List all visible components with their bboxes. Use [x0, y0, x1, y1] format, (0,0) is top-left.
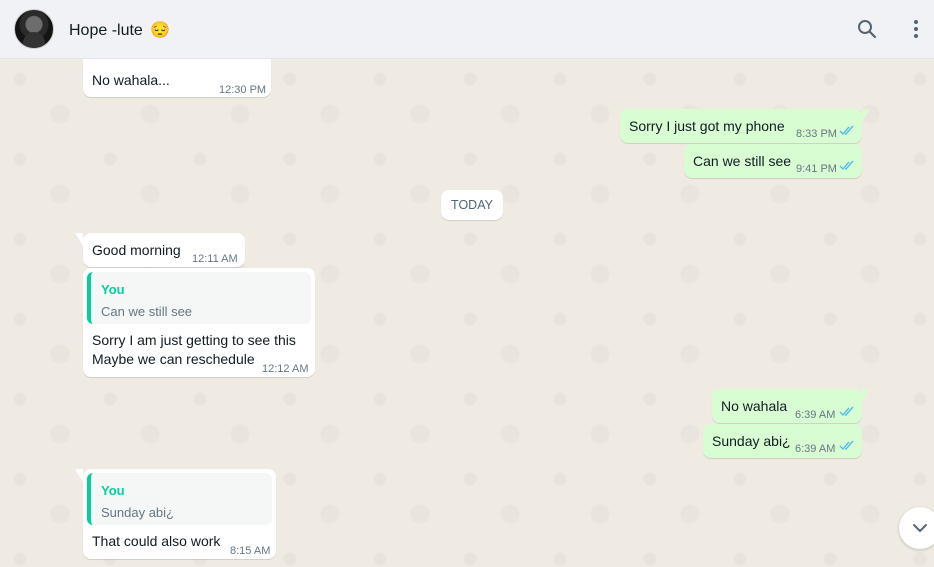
contact-name[interactable]: Hope -lute 😔 — [69, 20, 170, 40]
day-separator: TODAY — [441, 190, 503, 220]
message-time: 12:12 AM — [262, 363, 309, 375]
message-bubble-incoming[interactable]: You Sunday abi¿ That could also work 8:1… — [75, 469, 276, 559]
read-ticks-icon — [839, 125, 854, 136]
message-time: 9:41 PM — [796, 163, 837, 175]
quoted-text: Sunday abi¿ — [101, 505, 174, 520]
message-time: 6:39 AM — [795, 443, 836, 455]
message-time: 12:11 AM — [192, 253, 238, 265]
message-bubble-outgoing[interactable]: Sorry I just got my phone 8:33 PM — [620, 109, 870, 143]
read-ticks-icon — [839, 440, 854, 451]
quoted-message[interactable]: You Can we still see — [87, 272, 311, 324]
quoted-text: Can we still see — [101, 304, 193, 319]
contact-name-text: Hope -lute — [69, 22, 143, 39]
message-text-line: Maybe we can reschedule — [92, 351, 255, 367]
message-bubble-outgoing[interactable]: Can we still see 9:41 PM — [684, 144, 862, 178]
message-text: No wahala... — [92, 72, 170, 88]
message-bubble-incoming[interactable]: You Can we still see Sorry I am just get… — [83, 268, 315, 377]
chat-header: Hope -lute 😔 — [0, 0, 934, 59]
quoted-author: You — [101, 282, 125, 297]
message-list[interactable]: No wahala... 12:30 PM Sorry I just got m… — [0, 59, 934, 567]
message-bubble-outgoing[interactable]: No wahala 6:39 AM — [712, 389, 870, 423]
message-text: Good morning — [92, 242, 181, 258]
read-ticks-icon — [839, 406, 854, 417]
chevron-down-icon — [913, 524, 927, 533]
message-text-line: Sorry I am just getting to see this — [92, 332, 296, 348]
quoted-message[interactable]: You Sunday abi¿ — [87, 473, 272, 525]
message-time: 8:15 AM — [230, 545, 271, 557]
message-time: 6:39 AM — [795, 409, 836, 421]
message-time: 8:33 PM — [796, 128, 837, 140]
message-text: That could also work — [92, 533, 221, 549]
message-time: 12:30 PM — [219, 84, 267, 96]
quoted-author: You — [101, 483, 125, 498]
scroll-to-bottom-button[interactable] — [899, 507, 934, 549]
contact-emoji: 😔 — [150, 22, 171, 39]
message-text: Sunday abi¿ — [712, 433, 791, 449]
message-text: No wahala — [721, 398, 788, 414]
message-text: Can we still see — [693, 153, 792, 169]
search-icon[interactable] — [856, 18, 878, 40]
menu-icon[interactable] — [905, 18, 927, 40]
message-bubble-incoming[interactable]: Good morning 12:11 AM — [75, 233, 245, 267]
message-bubble-incoming[interactable]: No wahala... 12:30 PM — [83, 59, 271, 97]
message-text: Sorry I just got my phone — [629, 118, 785, 134]
message-bubble-outgoing[interactable]: Sunday abi¿ 6:39 AM — [703, 424, 862, 458]
contact-avatar[interactable] — [14, 9, 54, 49]
read-ticks-icon — [839, 160, 854, 171]
